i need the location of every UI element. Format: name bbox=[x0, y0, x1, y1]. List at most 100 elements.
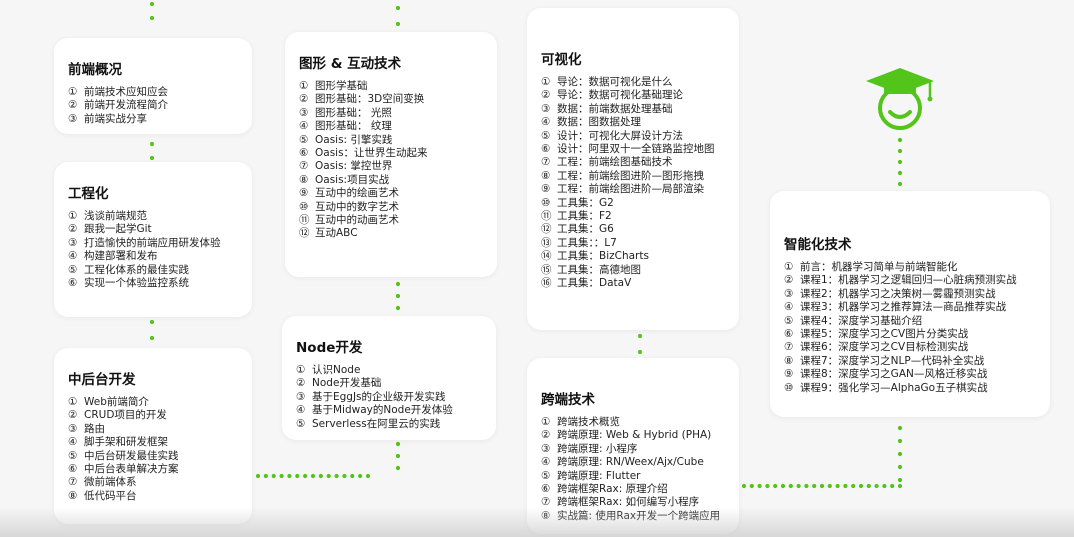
card-intelligence: 智能化技术 ① 前言：机器学习简单与前端智能化 ② 课程1：机器学习之逻辑回归—心脏病预… bbox=[770, 191, 1050, 417]
connector-dot bbox=[395, 465, 401, 471]
topic-item: ② 课程1：机器学习之逻辑回归—心脏病预测实战 bbox=[784, 274, 1036, 287]
topic-text: 跨端框架Rax: 如何编写小程序 bbox=[557, 496, 700, 509]
connector-dot bbox=[819, 483, 825, 489]
topic-item: ④ 课程3：机器学习之推荐算法—商品推荐实战 bbox=[784, 301, 1036, 314]
topic-number: ④ bbox=[299, 120, 309, 133]
topic-text: 跨端框架Rax: 原理介绍 bbox=[557, 483, 668, 496]
card-title: 智能化技术 bbox=[784, 237, 852, 253]
topic-item: ⑥ 中后台表单解决方案 bbox=[68, 463, 238, 476]
topic-number: ③ bbox=[541, 442, 551, 455]
topic-number: ④ bbox=[296, 404, 306, 417]
topic-number: ④ bbox=[784, 301, 794, 314]
topic-item: ⑫ 互动ABC bbox=[299, 227, 483, 240]
topic-number: ② bbox=[68, 409, 78, 422]
connector-dot bbox=[637, 349, 643, 355]
topic-item: ⑥ 课程5：深度学习之CV图片分类实战 bbox=[784, 328, 1036, 341]
connector-dot bbox=[395, 453, 401, 459]
topic-number: ③ bbox=[68, 236, 78, 249]
topic-text: Oasis: 掌控世界 bbox=[315, 160, 393, 173]
topic-number: ⑫ bbox=[541, 223, 552, 236]
topic-number: ② bbox=[68, 223, 78, 236]
topic-text: 设计：阿里双十一全链路监控地图 bbox=[557, 143, 715, 156]
topic-number: ① bbox=[541, 76, 551, 88]
topic-list: ① 认识Node ② Node开发基础 ③ 基于EggJs的企业级开发实践 ④ 基于Midwa… bbox=[296, 364, 482, 431]
topic-item: ① 前端技术应知应会 bbox=[68, 86, 238, 99]
topic-number: ⑥ bbox=[68, 277, 78, 290]
topic-number: ① bbox=[299, 80, 309, 92]
topic-item: ② Node开发基础 bbox=[296, 377, 482, 390]
topic-item: ③ 前端实战分享 bbox=[68, 113, 238, 126]
topic-number: ⑦ bbox=[541, 496, 551, 509]
connector-dot bbox=[773, 483, 778, 489]
card-node-development: Node开发 ① 认识Node ② Node开发基础 ③ 基于EggJs的企业级开发实践 ④ 基… bbox=[282, 316, 496, 440]
topic-item: ④ 构建部署和发布 bbox=[68, 250, 238, 263]
topic-item: ② 导论：数据可视化基础理论 bbox=[541, 89, 725, 102]
topic-text: 路由 bbox=[84, 422, 105, 435]
topic-number: ③ bbox=[296, 390, 306, 403]
connector-dot bbox=[326, 473, 331, 479]
connector-dot bbox=[897, 170, 903, 176]
topic-text: Web前端简介 bbox=[84, 396, 149, 408]
topic-number: ⑧ bbox=[541, 509, 551, 522]
topic-item: ① Web前端简介 bbox=[68, 396, 238, 409]
topic-text: 课程9：强化学习—AlphaGo五子棋实战 bbox=[800, 381, 988, 394]
topic-item: ④ 数据：图数据处理 bbox=[541, 116, 725, 129]
connector-dot bbox=[874, 483, 879, 489]
topic-number: ⑯ bbox=[541, 277, 552, 290]
topic-number: ⑤ bbox=[541, 129, 551, 142]
card-title: 中后台开发 bbox=[68, 372, 136, 388]
topic-text: Oasis: 引擎实践 bbox=[315, 133, 393, 146]
connector-dot bbox=[149, 335, 155, 341]
topic-number: ② bbox=[541, 89, 551, 102]
connector-dot bbox=[897, 159, 903, 165]
topic-number: ③ bbox=[541, 102, 551, 115]
topic-number: ② bbox=[296, 377, 306, 390]
topic-number: ⑨ bbox=[299, 187, 309, 200]
topic-item: ① 图形学基础 bbox=[299, 80, 483, 93]
topic-text: 工程化体系的最佳实践 bbox=[84, 263, 189, 276]
topic-item: ③ 打造愉快的前端应用研发体验 bbox=[68, 237, 238, 250]
topic-number: ③ bbox=[68, 112, 78, 125]
topic-text: 跟我一起学Git bbox=[84, 223, 152, 236]
topic-text: 图形基础： 光照 bbox=[315, 106, 392, 119]
topic-text: 工具集：G2 bbox=[557, 196, 614, 209]
topic-text: 工程：前端绘图进阶—图形拖拽 bbox=[557, 169, 704, 182]
connector-dot bbox=[890, 483, 895, 489]
connector-dot bbox=[858, 483, 864, 489]
topic-item: ⑧ 工程：前端绘图进阶—图形拖拽 bbox=[541, 170, 725, 183]
topic-text: 导论：数据可视化基础理论 bbox=[557, 89, 683, 102]
topic-item: ② 图形基础：3D空间变换 bbox=[299, 93, 483, 106]
topic-text: 互动中的绘画艺术 bbox=[315, 187, 399, 200]
topic-list: ① 前端技术应知应会 ② 前端开发流程简介 ③ 前端实战分享 bbox=[68, 86, 238, 126]
topic-item: ③ 跨端原理: 小程序 bbox=[541, 443, 725, 456]
topic-text: 课程6：深度学习之CV目标检测实战 bbox=[800, 341, 969, 354]
topic-item: ⑬ 工具集：：L7 bbox=[541, 237, 725, 250]
card-title: 可视化 bbox=[541, 52, 582, 68]
connector-dot bbox=[395, 441, 401, 447]
card-engineering: 工程化 ① 浅谈前端规范 ② 跟我一起学Git ③ 打造愉快的前端应用研发体验 ④ 构建部署和发… bbox=[54, 162, 252, 317]
topic-number: ⑦ bbox=[68, 476, 78, 489]
connector-dot bbox=[788, 483, 793, 489]
topic-number: ③ bbox=[784, 287, 794, 300]
card-title: 工程化 bbox=[68, 186, 109, 202]
connector-dot bbox=[897, 464, 903, 470]
connector-dot bbox=[149, 141, 155, 147]
topic-text: 实战篇: 使用Rax开发一个跨端应用 bbox=[557, 509, 721, 522]
connector-dot bbox=[310, 473, 316, 479]
topic-text: 中后台研发最佳实践 bbox=[84, 449, 179, 462]
topic-item: ⑦ 跨端框架Rax: 如何编写小程序 bbox=[541, 496, 725, 509]
connector-dot bbox=[279, 473, 284, 479]
topic-item: ⑩ 课程9：强化学习—AlphaGo五子棋实战 bbox=[784, 382, 1036, 395]
connector-dot bbox=[851, 483, 856, 489]
topic-text: 基于EggJs的企业级开发实践 bbox=[312, 390, 446, 403]
topic-text: 浅谈前端规范 bbox=[84, 210, 147, 222]
connector-dot bbox=[741, 483, 747, 489]
topic-text: 中后台表单解决方案 bbox=[84, 463, 179, 476]
topic-item: ⑦ 微前端体系 bbox=[68, 476, 238, 489]
topic-item: ⑨ 课程8：深度学习之GAN—风格迁移实战 bbox=[784, 368, 1036, 381]
topic-item: ③ 基于EggJs的企业级开发实践 bbox=[296, 391, 482, 404]
connector-dot bbox=[897, 438, 903, 444]
topic-item: ③ 图形基础： 光照 bbox=[299, 107, 483, 120]
topic-item: ⑪ 互动中的动画艺术 bbox=[299, 214, 483, 227]
connector-dot bbox=[149, 155, 155, 161]
